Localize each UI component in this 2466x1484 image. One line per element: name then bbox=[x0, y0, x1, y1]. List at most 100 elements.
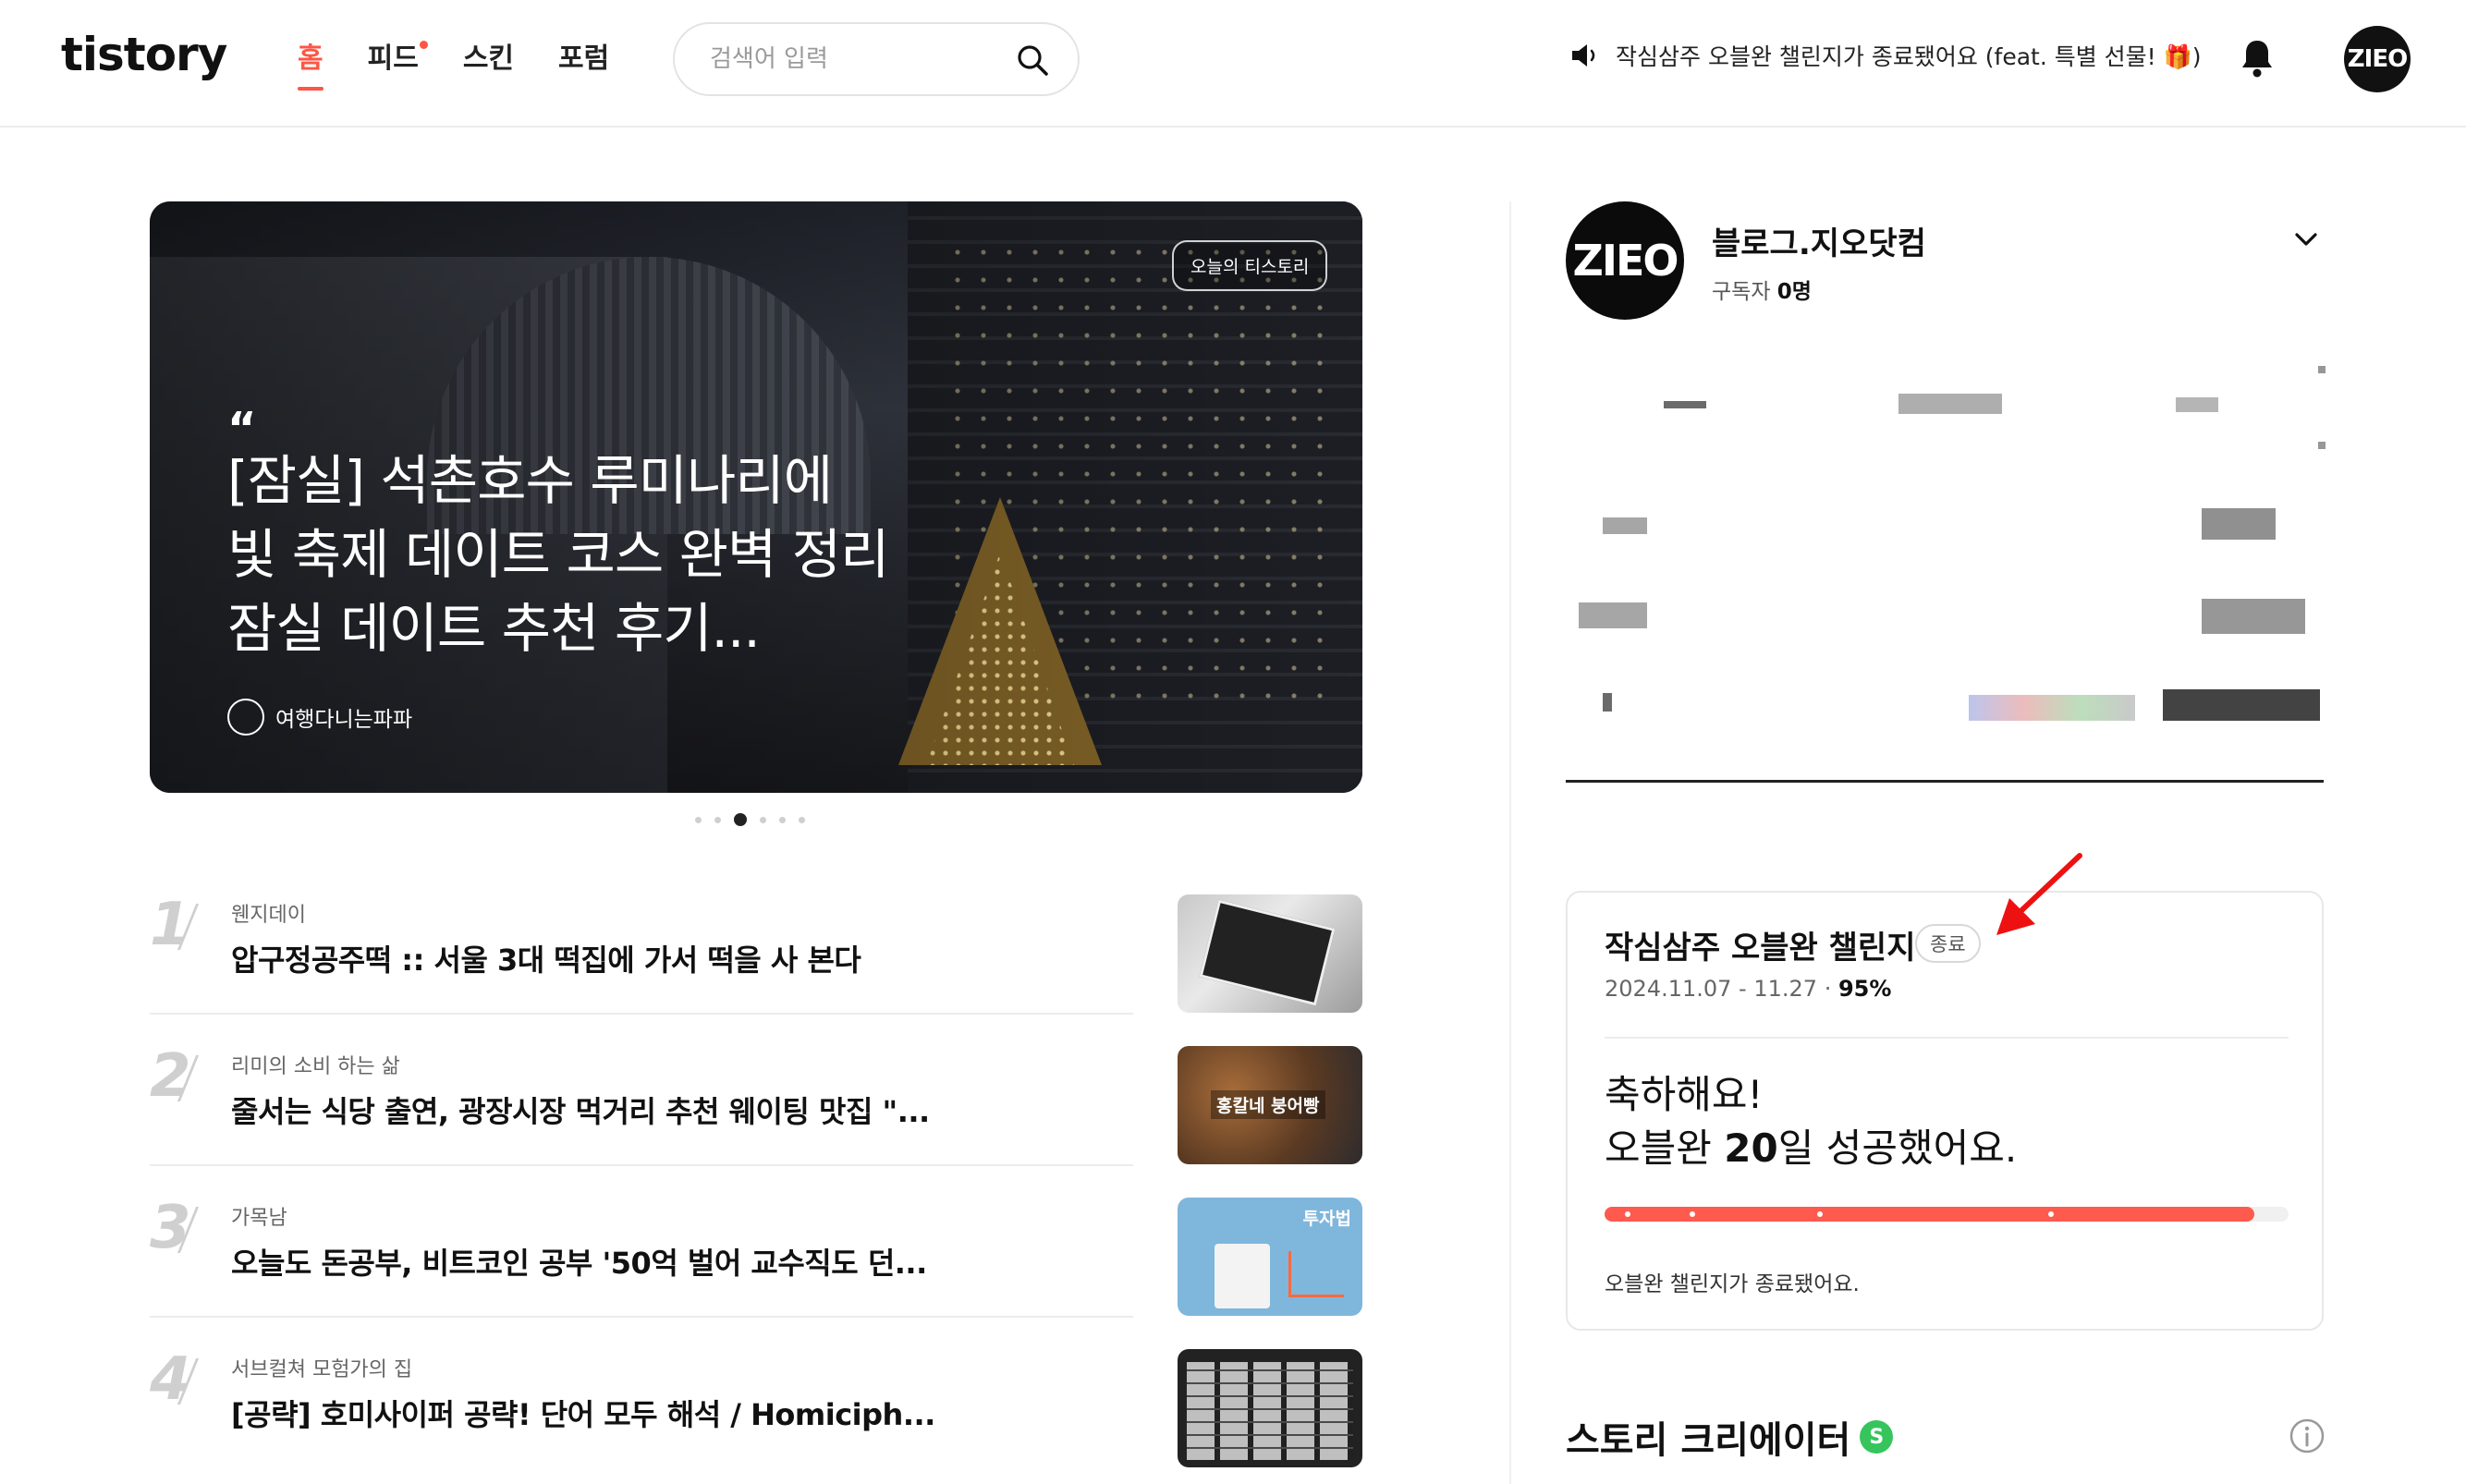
subscriber-label: 구독자 bbox=[1712, 280, 1771, 304]
thumbnail-label: 홍칼네 붕어빵 bbox=[1211, 1090, 1325, 1119]
blurred-block bbox=[2163, 689, 2320, 721]
nav-home[interactable]: 홈 bbox=[298, 37, 324, 91]
search-icon[interactable] bbox=[1015, 43, 1050, 78]
hero-author[interactable]: 여행다니는파파 bbox=[227, 699, 412, 736]
list-item[interactable]: 2 리미의 소비 하는 삶 줄서는 식당 출연, 광장시장 먹거리 추천 웨이팅… bbox=[150, 1042, 1362, 1194]
blog-name-title[interactable]: 블로그.지오닷컴 bbox=[1712, 218, 1926, 263]
meta-separator: · bbox=[1824, 976, 1832, 1002]
subscriber-count: 구독자 0명 bbox=[1712, 274, 1812, 305]
nav-skin[interactable]: 스킨 bbox=[463, 37, 514, 81]
blurred-block bbox=[2176, 397, 2218, 412]
carousel-dot-active[interactable] bbox=[734, 813, 747, 826]
challenge-title: 작심삼주 오블완 챌린지 bbox=[1605, 930, 1916, 967]
blurred-block bbox=[1898, 394, 2002, 414]
list-item[interactable]: 1 웬지데이 압구정공주떡 :: 서울 3대 떡집에 가서 떡을 사 본다 bbox=[150, 891, 1362, 1042]
rank-number: 3 bbox=[150, 1194, 191, 1262]
notification-bell-icon[interactable] bbox=[2239, 37, 2276, 79]
nav-feed[interactable]: 피드 bbox=[367, 37, 428, 81]
list-item[interactable]: 4 서브컬쳐 모험가의 집 [공략] 호미사이퍼 공략! 단어 모두 해석 / … bbox=[150, 1345, 1362, 1484]
today-tistory-badge: 오늘의 티스토리 bbox=[1172, 240, 1328, 291]
carousel-dot[interactable] bbox=[760, 816, 766, 823]
congrats-prefix: 오블완 bbox=[1605, 1125, 1725, 1171]
blurred-block bbox=[2318, 366, 2326, 373]
main-nav: 홈 피드 스킨 포럼 bbox=[298, 37, 653, 91]
blurred-block bbox=[2202, 599, 2305, 634]
notice-banner[interactable]: 작심삼주 오블완 챌린지가 종료됐어요 (feat. 특별 선물! 🎁) bbox=[1569, 39, 2202, 72]
info-icon[interactable] bbox=[2289, 1417, 2326, 1454]
progress-tick bbox=[2048, 1211, 2054, 1217]
congrats-suffix: 일 성공했어요. bbox=[1777, 1125, 2018, 1171]
search-input[interactable] bbox=[710, 41, 987, 78]
blurred-block bbox=[1664, 401, 1706, 408]
blurred-block bbox=[2202, 508, 2276, 540]
post-thumbnail[interactable]: 홍칼네 붕어빵 bbox=[1178, 1046, 1362, 1164]
challenge-card[interactable]: 작심삼주 오블완 챌린지 종료 2024.11.07 - 11.27 · 95%… bbox=[1566, 891, 2324, 1331]
red-arrow-annotation-icon bbox=[1996, 853, 2082, 935]
divider bbox=[150, 1164, 1133, 1166]
post-thumbnail[interactable] bbox=[1178, 1349, 1362, 1467]
blog-avatar[interactable]: ZIEO bbox=[1566, 201, 1684, 320]
congrats-message: 축하해요! 오블완 20일 성공했어요. bbox=[1605, 1068, 2017, 1175]
speaker-icon bbox=[1572, 44, 1595, 67]
divider bbox=[150, 1316, 1133, 1318]
tistory-logo[interactable]: tistory bbox=[61, 28, 227, 81]
progress-fill bbox=[1605, 1207, 2254, 1222]
post-title[interactable]: 압구정공주떡 :: 서울 3대 떡집에 가서 떡을 사 본다 bbox=[231, 937, 861, 979]
post-title[interactable]: [공략] 호미사이퍼 공략! 단어 모두 해석 / Homiciph... bbox=[231, 1392, 935, 1434]
thumbnail-label: 투자법 bbox=[1302, 1209, 1351, 1229]
challenge-dates: 2024.11.07 - 11.27 bbox=[1605, 976, 1818, 1002]
search-box bbox=[673, 22, 1080, 96]
divider bbox=[1605, 1037, 2289, 1039]
challenge-percent: 95% bbox=[1837, 976, 1892, 1002]
story-creator-title: 스토리 크리에이터 bbox=[1566, 1419, 1851, 1462]
progress-track bbox=[1605, 1207, 2289, 1222]
chevron-down-icon[interactable] bbox=[2292, 225, 2320, 253]
nav-feed-label: 피드 bbox=[367, 43, 419, 75]
subscriber-value: 0명 bbox=[1776, 280, 1812, 304]
blurred-block bbox=[1969, 695, 2135, 721]
rank-number: 4 bbox=[150, 1345, 191, 1414]
notice-text: 작심삼주 오블완 챌린지가 종료됐어요 (feat. 특별 선물! 🎁) bbox=[1616, 43, 2202, 70]
blurred-block bbox=[1603, 693, 1612, 712]
carousel-dot[interactable] bbox=[714, 816, 721, 823]
top-header: tistory 홈 피드 스킨 포럼 작심삼주 오블완 챌린지가 종료됐어요 (… bbox=[0, 0, 2466, 128]
rank-number: 1 bbox=[150, 891, 191, 959]
column-divider bbox=[1509, 201, 1511, 1484]
congrats-line-2: 오블완 20일 성공했어요. bbox=[1605, 1122, 2017, 1175]
post-title[interactable]: 오늘도 돈공부, 비트코인 공부 '50억 벌어 교수직도 던... bbox=[231, 1240, 927, 1283]
popular-post-list: 1 웬지데이 압구정공주떡 :: 서울 3대 떡집에 가서 떡을 사 본다 2 … bbox=[150, 891, 1362, 1484]
blog-name[interactable]: 서브컬쳐 모험가의 집 bbox=[231, 1353, 412, 1382]
carousel-dot[interactable] bbox=[779, 816, 786, 823]
carousel-dot[interactable] bbox=[695, 816, 702, 823]
congrats-line-1: 축하해요! bbox=[1605, 1072, 1764, 1117]
creator-badge-icon: S bbox=[1860, 1420, 1894, 1454]
post-thumbnail[interactable] bbox=[1178, 894, 1362, 1013]
progress-tick bbox=[1690, 1211, 1695, 1217]
stats-divider bbox=[1566, 780, 2324, 783]
blog-name[interactable]: 리미의 소비 하는 삶 bbox=[231, 1050, 400, 1079]
progress-tick bbox=[1817, 1211, 1823, 1217]
blurred-block bbox=[2318, 442, 2326, 449]
status-badge: 종료 bbox=[1915, 924, 1981, 963]
hero-title[interactable]: [잠실] 석촌호수 루미나리에 빛 축제 데이트 코스 완벽 정리 잠실 데이트… bbox=[227, 444, 893, 665]
author-avatar bbox=[227, 699, 264, 736]
blog-name[interactable]: 웬지데이 bbox=[231, 898, 306, 928]
carousel-dots bbox=[695, 813, 805, 826]
progress-tick bbox=[1625, 1211, 1630, 1217]
list-item[interactable]: 3 가목남 오늘도 돈공부, 비트코인 공부 '50억 벌어 교수직도 던...… bbox=[150, 1194, 1362, 1345]
congrats-days: 20 bbox=[1724, 1125, 1778, 1171]
featured-story-card[interactable]: 오늘의 티스토리 “ [잠실] 석촌호수 루미나리에 빛 축제 데이트 코스 완… bbox=[150, 201, 1362, 793]
story-creator-heading: 스토리 크리에이터 S bbox=[1566, 1410, 1894, 1464]
nav-forum[interactable]: 포럼 bbox=[558, 37, 609, 81]
new-dot-icon bbox=[419, 41, 428, 49]
user-avatar[interactable]: ZIEO bbox=[2344, 26, 2411, 92]
post-thumbnail[interactable]: 투자법 bbox=[1178, 1198, 1362, 1316]
blog-name[interactable]: 가목남 bbox=[231, 1201, 287, 1231]
blurred-block bbox=[1603, 517, 1647, 534]
blurred-block bbox=[1579, 602, 1647, 628]
hero-author-name: 여행다니는파파 bbox=[275, 708, 413, 732]
challenge-footer: 오블완 챌린지가 종료됐어요. bbox=[1605, 1272, 1860, 1296]
carousel-dot[interactable] bbox=[799, 816, 805, 823]
divider bbox=[150, 1013, 1133, 1015]
post-title[interactable]: 줄서는 식당 출연, 광장시장 먹거리 추천 웨이팅 맛집 "... bbox=[231, 1089, 930, 1131]
